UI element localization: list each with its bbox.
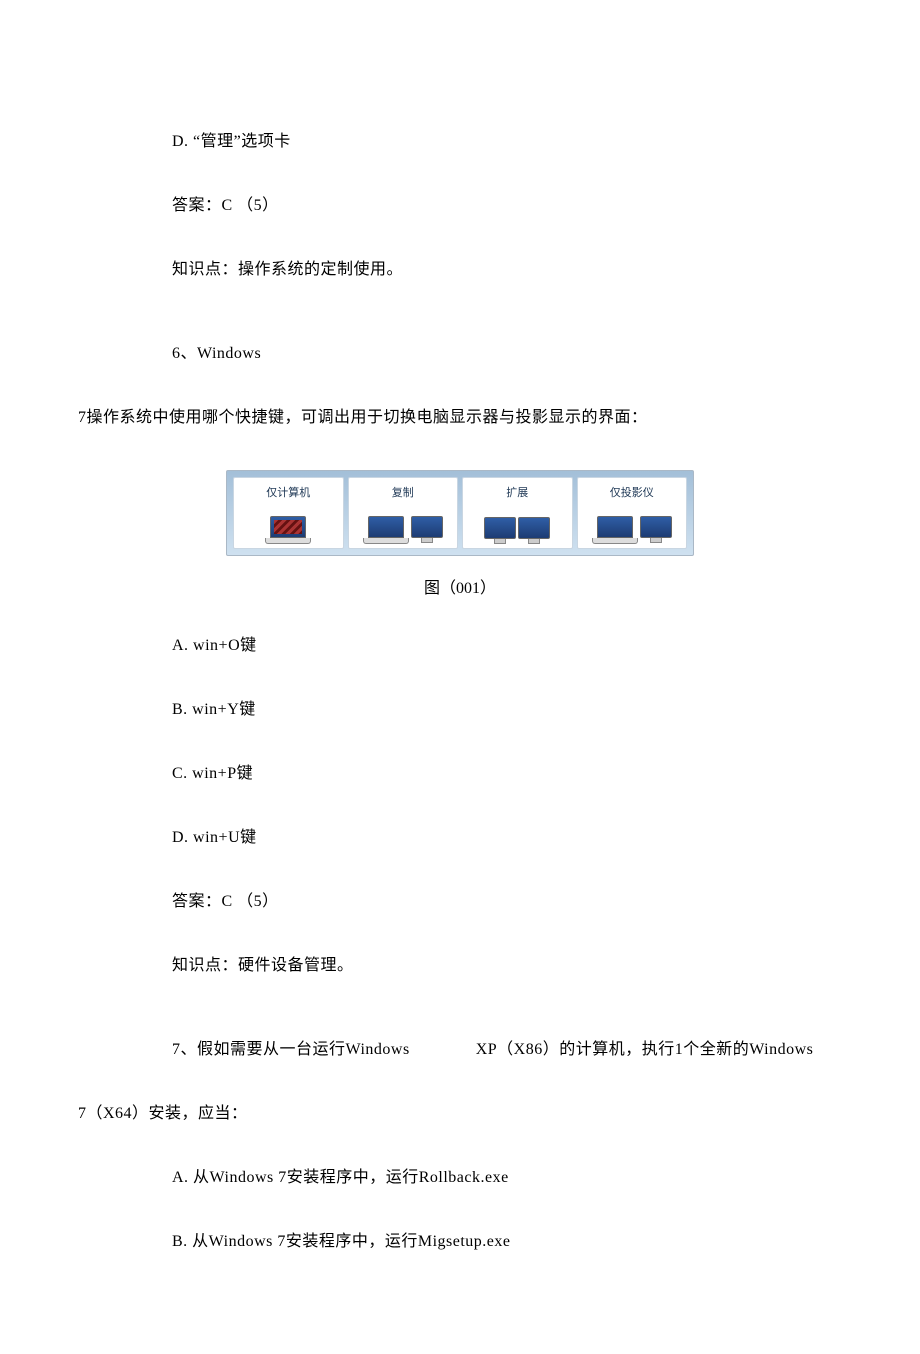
option-d: D. “管理”选项卡 bbox=[78, 130, 842, 154]
option-b-6: B. win+Y键 bbox=[78, 698, 842, 722]
tile-label: 扩展 bbox=[465, 484, 570, 500]
tile-extend: 扩展 bbox=[462, 477, 573, 549]
tile-computer-only: 仅计算机 bbox=[233, 477, 344, 549]
question-6-part2: 7操作系统中使用哪个快捷键，可调出用于切换电脑显示器与投影显示的界面： bbox=[78, 406, 842, 430]
extend-icon bbox=[465, 504, 570, 544]
document-page: D. “管理”选项卡 答案：C （5） 知识点：操作系统的定制使用。 6、Win… bbox=[0, 0, 920, 1354]
knowledge-point-5: 知识点：操作系统的定制使用。 bbox=[78, 258, 842, 282]
duplicate-icon bbox=[351, 504, 456, 544]
answer-5: 答案：C （5） bbox=[78, 194, 842, 218]
option-a-6: A. win+O键 bbox=[78, 634, 842, 658]
figure-caption: 图（001） bbox=[78, 574, 842, 598]
question-7-part1: 7、假如需要从一台运行Windows XP（X86）的计算机，执行1个全新的Wi… bbox=[78, 1038, 842, 1062]
projector-only-icon bbox=[580, 504, 685, 544]
question-6-part1: 6、Windows bbox=[78, 342, 842, 366]
figure-001: 仅计算机 复制 扩展 bbox=[78, 470, 842, 556]
tile-duplicate: 复制 bbox=[348, 477, 459, 549]
question-7-part2: 7（X64）安装，应当： bbox=[78, 1102, 842, 1126]
tile-label: 仅投影仪 bbox=[580, 484, 685, 500]
answer-6: 答案：C （5） bbox=[78, 890, 842, 914]
tile-label: 仅计算机 bbox=[236, 484, 341, 500]
computer-only-icon bbox=[236, 504, 341, 544]
option-b-7: B. 从Windows 7安装程序中，运行Migsetup.exe bbox=[78, 1230, 842, 1254]
knowledge-point-6: 知识点：硬件设备管理。 bbox=[78, 954, 842, 978]
option-a-7: A. 从Windows 7安装程序中，运行Rollback.exe bbox=[78, 1166, 842, 1190]
option-d-6: D. win+U键 bbox=[78, 826, 842, 850]
tile-label: 复制 bbox=[351, 484, 456, 500]
display-mode-panel: 仅计算机 复制 扩展 bbox=[226, 470, 694, 556]
tile-projector-only: 仅投影仪 bbox=[577, 477, 688, 549]
option-c-6: C. win+P键 bbox=[78, 762, 842, 786]
